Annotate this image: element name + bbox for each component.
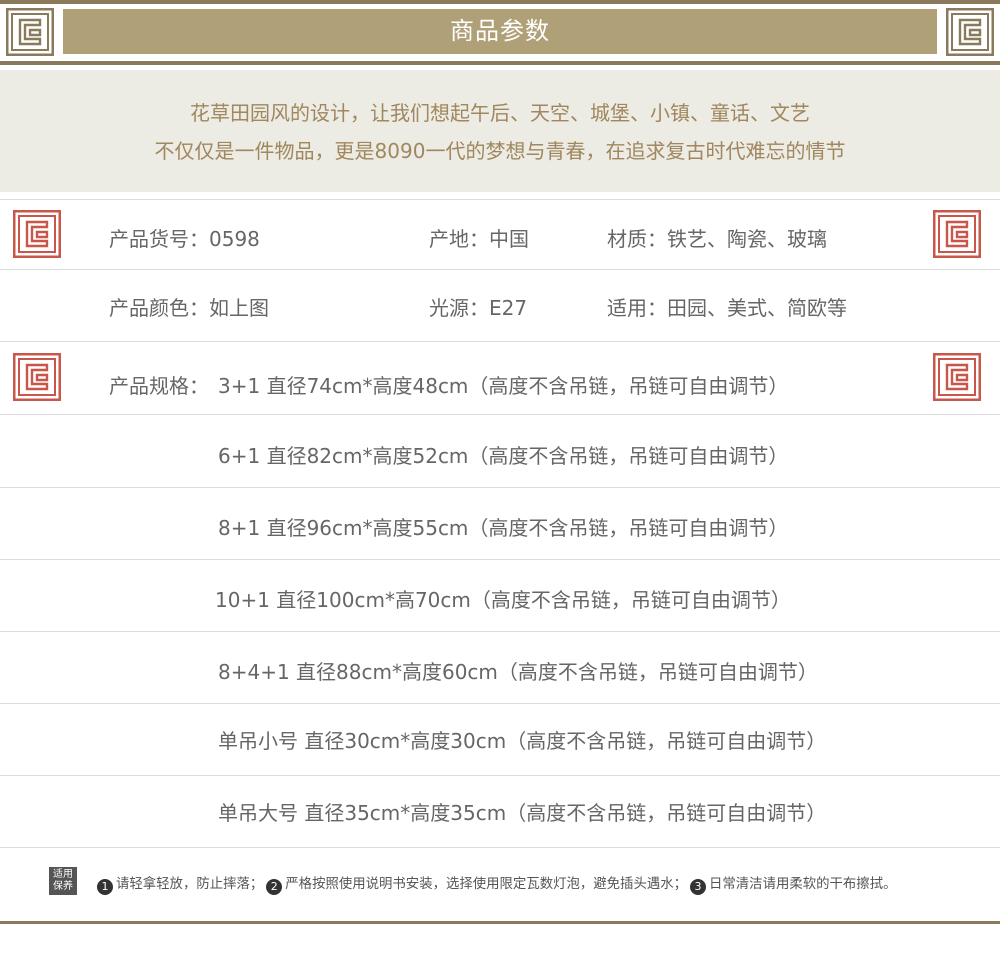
bottom-border — [0, 921, 1000, 924]
spec-item: 8+4+1 直径88cm*高度60cm（高度不含吊链，吊链可自由调节） — [218, 660, 818, 684]
spec-item: 6+1 直径82cm*高度52cm（高度不含吊链，吊链可自由调节） — [218, 444, 789, 468]
number-2-icon: 2 — [266, 879, 283, 895]
spec-row: 单吊小号 直径30cm*高度30cm（高度不含吊链，吊链可自由调节） — [0, 704, 1000, 776]
meander-seal-icon — [13, 353, 61, 401]
care-note-3: 日常清洁请用柔软的干布擦拭。 — [709, 877, 897, 892]
spec-row: 单吊大号 直径35cm*高度35cm（高度不含吊链，吊链可自由调节） — [0, 776, 1000, 848]
spec-label: 产品规格： — [109, 374, 209, 398]
intro-panel: 花草田园风的设计，让我们想起午后、天空、城堡、小镇、童话、文艺 不仅仅是一件物品… — [0, 70, 1000, 192]
header-band: 商品参数 — [63, 9, 937, 54]
param-row-1: 产品货号：0598 产地：中国 材质：铁艺、陶瓷、玻璃 — [0, 200, 1000, 270]
spec-row: 6+1 直径82cm*高度52cm（高度不含吊链，吊链可自由调节） — [0, 415, 1000, 488]
spec-row: 8+1 直径96cm*高度55cm（高度不含吊链，吊链可自由调节） — [0, 488, 1000, 560]
care-text: 1 请轻拿轻放，防止摔落； 2 严格按照使用说明书安装，选择使用限定瓦数灯泡，避免插头… — [94, 872, 896, 895]
material: 材质：铁艺、陶瓷、玻璃 — [607, 227, 827, 251]
meander-seal-icon — [933, 210, 981, 258]
header-banner: 商品参数 — [0, 0, 1000, 65]
meander-frame-icon — [6, 8, 54, 56]
usage: 适用：田园、美式、简欧等 — [607, 296, 847, 320]
origin: 产地：中国 — [429, 227, 529, 251]
spec-row: 产品规格： 3+1 直径74cm*高度48cm（高度不含吊链，吊链可自由调节） — [0, 342, 1000, 415]
number-1-icon: 1 — [97, 879, 113, 895]
spec-item: 8+1 直径96cm*高度55cm（高度不含吊链，吊链可自由调节） — [218, 516, 789, 540]
care-notes: 适用 保养 1 请轻拿轻放，防止摔落； 2 严格按照使用说明书安装，选择使用限定瓦数灯… — [0, 850, 1000, 920]
care-badge: 适用 保养 — [49, 867, 77, 895]
spec-item: 3+1 直径74cm*高度48cm（高度不含吊链，吊链可自由调节） — [218, 374, 789, 398]
care-note-2: 严格按照使用说明书安装，选择使用限定瓦数灯泡，避免插头遇水； — [285, 877, 688, 892]
meander-frame-icon — [946, 8, 994, 56]
care-badge-line-2: 保养 — [53, 881, 73, 892]
page-title: 商品参数 — [450, 17, 550, 45]
product-color: 产品颜色：如上图 — [109, 296, 269, 320]
number-3-icon: 3 — [690, 879, 707, 895]
care-note-1: 请轻拿轻放，防止摔落； — [116, 877, 264, 892]
meander-seal-icon — [13, 210, 61, 258]
item-number: 产品货号：0598 — [109, 227, 260, 251]
light-source: 光源：E27 — [429, 296, 528, 320]
spec-item: 单吊大号 直径35cm*高度35cm（高度不含吊链，吊链可自由调节） — [218, 801, 827, 825]
spec-row: 8+4+1 直径88cm*高度60cm（高度不含吊链，吊链可自由调节） — [0, 632, 1000, 704]
spec-item: 10+1 直径100cm*高70cm（高度不含吊链，吊链可自由调节） — [215, 588, 791, 612]
meander-seal-icon — [933, 353, 981, 401]
care-badge-line-1: 适用 — [53, 869, 73, 880]
spec-row: 10+1 直径100cm*高70cm（高度不含吊链，吊链可自由调节） — [0, 560, 1000, 632]
intro-line-1: 花草田园风的设计，让我们想起午后、天空、城堡、小镇、童话、文艺 — [190, 101, 810, 125]
param-row-2: 产品颜色：如上图 光源：E27 适用：田园、美式、简欧等 — [0, 270, 1000, 342]
spec-item: 单吊小号 直径30cm*高度30cm（高度不含吊链，吊链可自由调节） — [218, 729, 827, 753]
intro-line-2: 不仅仅是一件物品，更是8090一代的梦想与青春，在追求复古时代难忘的情节 — [154, 139, 846, 163]
